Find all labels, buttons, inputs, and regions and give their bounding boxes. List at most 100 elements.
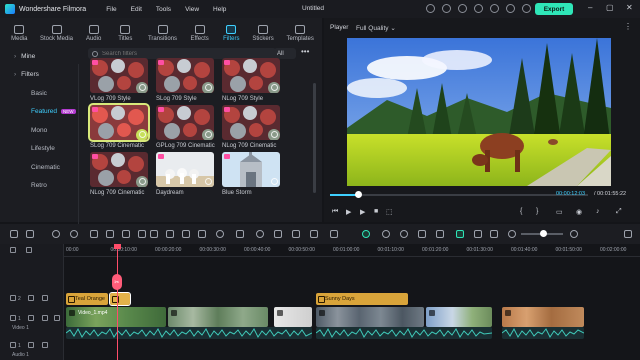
filter-thumbnail[interactable] (222, 58, 280, 93)
tab-templates[interactable]: Templates (279, 20, 321, 44)
zoom-out-icon[interactable] (508, 230, 516, 238)
speaker-icon[interactable] (42, 342, 48, 348)
color-icon[interactable] (216, 230, 224, 238)
display-icon[interactable]: ▭ (556, 208, 563, 216)
maximize-icon[interactable]: ▢ (606, 3, 614, 12)
download-icon[interactable] (205, 178, 212, 185)
close-icon[interactable]: ✕ (626, 3, 633, 12)
sidebar-item-cinematic[interactable]: Cinematic (6, 161, 76, 173)
audio-waveform[interactable] (316, 327, 492, 339)
eye-icon[interactable] (42, 315, 48, 321)
minimize-icon[interactable]: – (588, 3, 592, 12)
tab-filters[interactable]: Filters (216, 20, 247, 44)
undo-icon[interactable] (52, 230, 60, 238)
add-track-icon[interactable] (10, 247, 16, 253)
menu-file[interactable]: File (106, 6, 116, 13)
select-tool-icon[interactable] (26, 230, 34, 238)
speed-icon[interactable] (138, 230, 146, 238)
expand-icon[interactable]: ⤢ (616, 208, 622, 216)
download-icon[interactable] (271, 178, 278, 185)
sidebar-item-mono[interactable]: Mono (6, 124, 76, 136)
stop-button[interactable]: ■ (374, 208, 378, 215)
video-clip[interactable] (502, 307, 584, 327)
upload-icon[interactable] (442, 4, 451, 13)
tab-titles[interactable]: Titles (110, 20, 141, 44)
download-icon[interactable] (139, 131, 146, 138)
eye-icon[interactable] (42, 295, 48, 301)
video-clip[interactable] (274, 307, 312, 327)
lock-icon[interactable] (28, 295, 34, 301)
more-tools-icon[interactable] (330, 230, 338, 238)
sidebar-item-featured[interactable]: Featured NEW (6, 105, 76, 117)
mark-out-icon[interactable]: } (536, 208, 538, 215)
messages-icon[interactable] (522, 4, 531, 13)
grid-icon[interactable] (506, 4, 515, 13)
menu-tools[interactable]: Tools (156, 6, 171, 13)
device-icon[interactable] (426, 4, 435, 13)
filter-scrollbar[interactable] (313, 83, 316, 193)
lock-icon[interactable] (28, 315, 34, 321)
snap-icon[interactable] (490, 230, 498, 238)
download-icon[interactable] (205, 84, 212, 91)
zoom-handle[interactable] (540, 230, 547, 237)
redo-icon[interactable] (70, 230, 78, 238)
tab-media[interactable]: Media (4, 20, 35, 44)
menu-help[interactable]: Help (213, 6, 226, 13)
progress-handle[interactable] (355, 191, 363, 198)
render-icon[interactable] (382, 230, 390, 238)
trim-icon[interactable] (150, 230, 158, 238)
video-clip[interactable] (426, 307, 492, 327)
download-icon[interactable] (205, 131, 212, 138)
filter-thumbnail[interactable] (88, 103, 150, 142)
auto-highlight-icon[interactable] (456, 230, 464, 238)
layout-icon[interactable] (10, 230, 18, 238)
filter-thumbnail[interactable] (222, 105, 280, 140)
download-icon[interactable] (271, 84, 278, 91)
sidebar-item-filters[interactable]: Filters (6, 68, 76, 80)
tab-effects[interactable]: Effects (184, 20, 215, 44)
next-frame-icon[interactable]: ▶ (360, 208, 365, 216)
lock-icon[interactable] (28, 342, 34, 348)
download-icon[interactable] (139, 178, 146, 185)
sidebar-item-mine[interactable]: Mine (6, 50, 76, 62)
tab-transitions[interactable]: Transitions (142, 20, 184, 44)
zoom-in-icon[interactable] (570, 230, 578, 238)
menu-view[interactable]: View (185, 6, 199, 13)
mute-icon[interactable] (54, 315, 60, 321)
video-clip[interactable] (316, 307, 424, 327)
fit-icon[interactable] (274, 230, 282, 238)
filter-thumbnail[interactable] (156, 58, 214, 93)
filter-thumbnail[interactable] (222, 152, 280, 187)
effect-clip[interactable]: Sunny Days (316, 293, 408, 305)
fullscreen-toggle-icon[interactable]: ⬚ (386, 208, 393, 216)
delete-icon[interactable] (90, 230, 98, 238)
timeline-settings-icon[interactable] (624, 230, 632, 238)
audio-waveform[interactable] (502, 327, 584, 339)
sidebar-item-lifestyle[interactable]: Lifestyle (6, 142, 76, 154)
microphone-icon[interactable] (418, 230, 426, 238)
mask-icon[interactable] (310, 230, 318, 238)
text-icon[interactable] (166, 230, 174, 238)
crop-icon[interactable] (122, 230, 130, 238)
play-button[interactable]: ▶︎ (346, 208, 351, 216)
audio-waveform[interactable] (66, 327, 312, 339)
previous-frame-icon[interactable]: ⏮ (332, 208, 338, 216)
download-icon[interactable] (139, 84, 146, 91)
snapshot-icon[interactable]: ◉ (576, 208, 582, 216)
voiceover-icon[interactable] (436, 230, 444, 238)
keyframe-icon[interactable] (292, 230, 300, 238)
gift-icon[interactable] (474, 4, 483, 13)
split-icon[interactable] (106, 230, 114, 238)
audio-adjust-icon[interactable] (236, 230, 244, 238)
filter-thumbnail[interactable] (90, 58, 148, 93)
quality-dropdown[interactable]: Full Quality (356, 24, 396, 32)
video-clip[interactable] (168, 307, 268, 327)
sidebar-item-basic[interactable]: Basic (6, 87, 76, 99)
filter-thumbnail[interactable] (156, 105, 214, 140)
more-options-icon[interactable]: ••• (301, 47, 309, 56)
user-icon[interactable] (490, 4, 499, 13)
zoom-slider[interactable] (521, 230, 563, 237)
playback-progress[interactable] (330, 191, 588, 198)
download-icon[interactable] (271, 131, 278, 138)
player-more-icon[interactable]: ⋮ (624, 22, 632, 31)
